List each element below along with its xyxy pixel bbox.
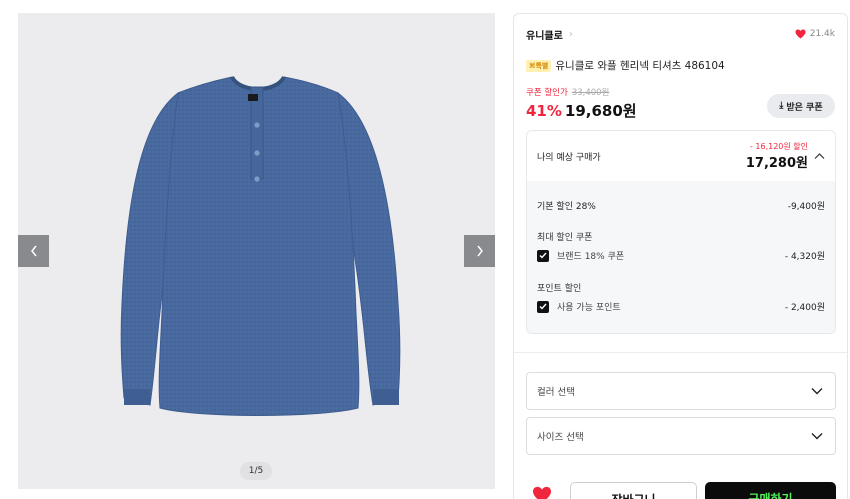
- chevron-right-icon: ›: [568, 28, 573, 40]
- color-select[interactable]: 컬러 선택: [526, 372, 836, 410]
- chevron-down-icon: [811, 433, 823, 440]
- point-row: 사용 가능 포인트 - 2,400원: [537, 300, 825, 313]
- wishlist-button[interactable]: [532, 486, 552, 499]
- buy-now-button[interactable]: 구매하기: [705, 482, 836, 499]
- sale-price: 19,680원: [564, 102, 637, 120]
- check-icon: [539, 303, 547, 310]
- coupon-button-label: 받은 쿠폰: [786, 102, 823, 113]
- estimated-price-box: 나의 예상 구매가 - 16,120원 할인 17,280원 기본 할인 28%…: [526, 130, 836, 334]
- estimate-details: 기본 할인 28% -9,400원 최대 할인 쿠폰 브랜드 18% 쿠폰 - …: [527, 181, 835, 333]
- section-divider: [514, 352, 847, 353]
- base-discount-label: 기본 할인 28%: [537, 202, 596, 212]
- coupon-row: 브랜드 18% 쿠폰 - 4,320원: [537, 249, 825, 262]
- estimate-saving: - 16,120원 할인: [749, 142, 808, 151]
- product-name: 유니클로 와플 헨리넥 티셔츠 486104: [555, 60, 725, 72]
- base-discount-row: 기본 할인 28% -9,400원: [537, 199, 825, 212]
- color-select-placeholder: 컬러 선택: [537, 387, 575, 398]
- chevron-left-icon: [30, 245, 37, 257]
- coupon-checkbox[interactable]: [537, 249, 549, 262]
- chevron-right-icon: [476, 245, 483, 257]
- estimate-price: 17,280원: [745, 156, 808, 171]
- brand-name: 유니클로: [526, 30, 563, 42]
- point-section-title: 포인트 할인: [537, 284, 582, 294]
- base-discount-value: -9,400원: [787, 202, 825, 212]
- estimate-toggle[interactable]: 나의 예상 구매가 - 16,120원 할인 17,280원: [527, 131, 835, 181]
- brand-link[interactable]: 유니클로 ›: [526, 27, 573, 42]
- heart-icon: [533, 486, 551, 499]
- estimate-label: 나의 예상 구매가: [537, 152, 601, 163]
- point-item-label: 사용 가능 포인트: [557, 303, 621, 313]
- discount-rate: 41%: [526, 102, 562, 120]
- coupon-item-label: 브랜드 18% 쿠폰: [557, 252, 625, 262]
- heart-icon: [795, 29, 806, 39]
- prev-image-button[interactable]: [18, 235, 49, 267]
- next-image-button[interactable]: [464, 235, 495, 267]
- check-icon: [539, 252, 547, 259]
- original-price: 33,400원: [571, 88, 610, 98]
- like-button[interactable]: 21.4k: [795, 29, 835, 39]
- image-pager: 1/5: [240, 462, 272, 480]
- product-info-panel: 유니클로 › 21.4k ⌘특별 유니클로 와플 헨리넥 티셔츠 486104 …: [513, 13, 848, 499]
- product-title-row: ⌘특별 유니클로 와플 헨리넥 티셔츠 486104: [526, 58, 725, 73]
- product-image: [120, 75, 401, 416]
- add-to-cart-button[interactable]: 장바구니: [570, 482, 697, 499]
- coupon-value: - 4,320원: [784, 252, 825, 262]
- chevron-down-icon: [811, 388, 823, 395]
- point-checkbox[interactable]: [537, 300, 549, 313]
- point-value: - 2,400원: [784, 303, 825, 313]
- chevron-up-icon: [814, 153, 825, 159]
- product-image-gallery[interactable]: 1/5: [18, 13, 495, 489]
- coupon-section-title: 최대 할인 쿠폰: [537, 233, 593, 243]
- size-select[interactable]: 사이즈 선택: [526, 417, 836, 455]
- brand-row: 유니클로 › 21.4k: [526, 26, 835, 42]
- receive-coupon-button[interactable]: ⤓ 받은 쿠폰: [767, 94, 835, 118]
- coupon-price-label: 쿠폰 할인가 33,400원: [526, 86, 609, 98]
- coupon-price-text: 쿠폰 할인가: [526, 88, 568, 98]
- special-tag-badge: ⌘특별: [526, 59, 552, 72]
- size-select-placeholder: 사이즈 선택: [537, 432, 584, 443]
- download-icon: ⤓: [779, 101, 784, 111]
- like-count: 21.4k: [809, 29, 835, 39]
- price-row: 41% 19,680원: [526, 100, 637, 121]
